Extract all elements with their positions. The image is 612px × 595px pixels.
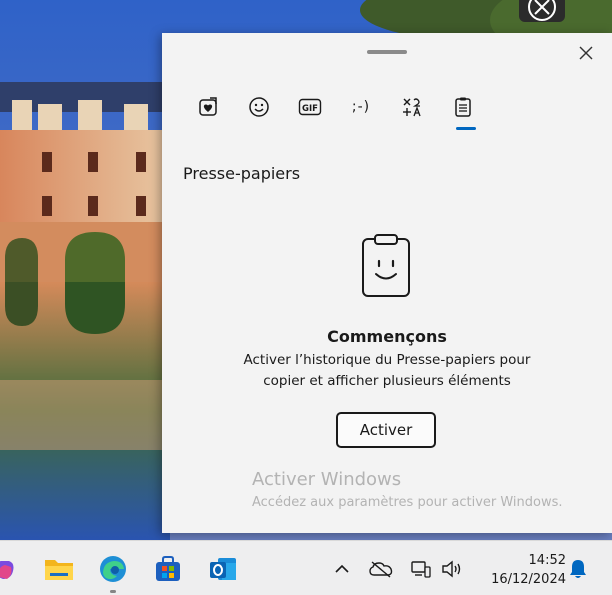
clipboard-icon [455, 97, 471, 117]
clock-time: 14:52 [528, 553, 566, 568]
copilot-icon [0, 561, 14, 579]
tab-favorites[interactable] [192, 91, 224, 123]
taskbar-store[interactable] [153, 554, 183, 584]
file-explorer-icon [45, 560, 73, 580]
gif-icon: GIF [298, 98, 322, 116]
section-title: Presse-papiers [183, 164, 301, 183]
tray-notifications[interactable] [566, 557, 590, 581]
store-icon [156, 556, 180, 581]
activation-watermark-title: Activer Windows [252, 469, 402, 490]
kaomoji-icon: ;-) [351, 99, 371, 115]
tray-onedrive[interactable] [369, 557, 393, 581]
edge-running-indicator [110, 590, 116, 593]
panel-close-button[interactable] [576, 43, 596, 63]
close-icon [579, 46, 593, 60]
empty-state-description: Activer l’historique du Presse-papiers p… [243, 352, 531, 389]
close-circle-icon [528, 0, 556, 21]
symbols-icon [403, 98, 421, 117]
tab-clipboard[interactable] [447, 91, 479, 130]
tab-symbols[interactable] [396, 91, 428, 123]
outlook-icon [210, 558, 236, 580]
tray-network[interactable] [409, 557, 433, 581]
taskbar-edge[interactable] [98, 554, 128, 584]
empty-state-title: Commençons [327, 327, 447, 346]
tab-emoji[interactable] [243, 91, 275, 123]
bell-icon [570, 560, 586, 578]
taskbar: 14:52 16/12/2024 [0, 540, 612, 595]
activation-watermark-subtitle: Accédez aux paramètres pour activer Wind… [252, 495, 563, 510]
tab-selected-indicator [456, 127, 476, 130]
tab-gif[interactable]: GIF [294, 91, 326, 123]
taskbar-outlook[interactable] [208, 554, 238, 584]
tab-kaomoji[interactable]: ;-) [345, 91, 377, 123]
activate-history-button[interactable]: Activer [336, 412, 436, 448]
taskbar-file-explorer[interactable] [44, 554, 74, 584]
clipboard-smile-icon [362, 234, 410, 297]
heart-icon [199, 97, 217, 116]
emoji-clipboard-panel: GIF ;-) Presse-papiers Commençons Active… [162, 33, 612, 533]
taskbar-copilot[interactable] [0, 554, 18, 584]
panel-drag-handle[interactable] [367, 50, 407, 54]
network-icon [411, 561, 431, 578]
clock-date: 16/12/2024 [491, 572, 566, 587]
tray-show-hidden[interactable] [330, 557, 354, 581]
onedrive-icon [369, 561, 393, 578]
corner-close-button[interactable] [519, 0, 565, 22]
smiley-icon [249, 97, 269, 117]
tray-volume[interactable] [440, 557, 464, 581]
taskbar-clock[interactable]: 14:52 16/12/2024 [478, 551, 566, 589]
chevron-up-icon [335, 564, 349, 573]
volume-icon [442, 560, 461, 578]
edge-icon [100, 556, 126, 582]
gif-icon-label: GIF [302, 104, 318, 114]
